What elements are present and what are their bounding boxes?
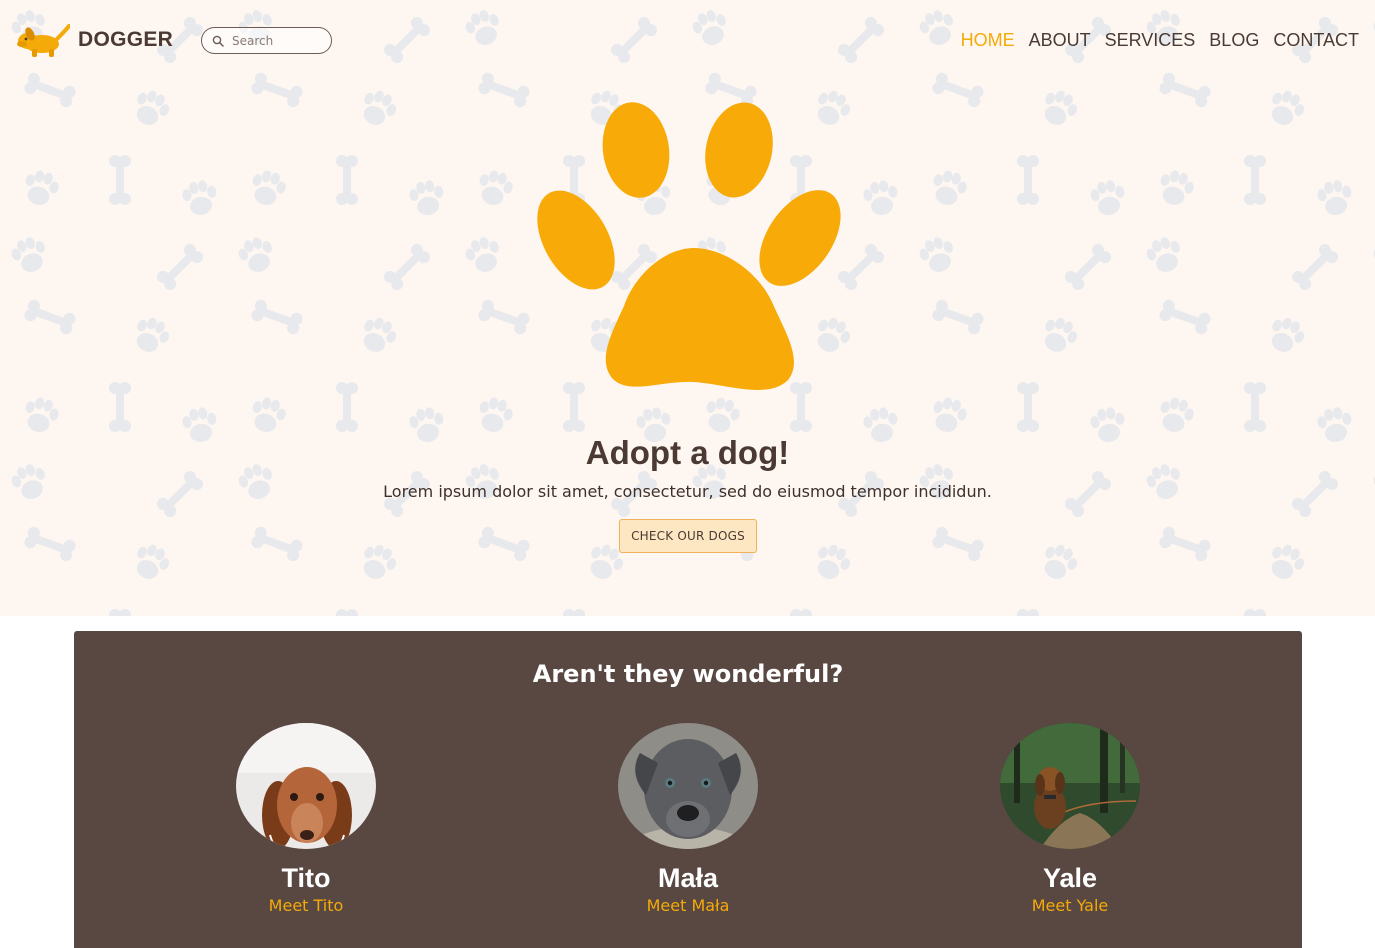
spaniel-forest-photo [1000,723,1140,849]
meet-tito-link[interactable]: Meet Tito [206,896,406,915]
grey-puppy-photo-image [618,723,758,849]
dog-name: Mała [657,863,719,893]
hero-section: DOGGER HOME ABOUT SERVICES BLOG CONTACT … [0,0,1375,616]
dog-name: Yale [1042,863,1098,893]
hero-title: Adopt a dog! [585,434,790,471]
dog-card: Tito Meet Tito [206,723,406,915]
search-icon [212,35,224,47]
meet-mala-link[interactable]: Meet Mała [588,896,788,915]
logo[interactable]: DOGGER [16,22,173,58]
search-box[interactable] [201,27,332,54]
paw-icon [537,102,841,390]
check-our-dogs-button[interactable]: CHECK OUR DOGS [619,519,757,553]
dog-card: Mała Meet Mała [588,723,788,915]
search-input[interactable] [232,33,328,48]
dogs-section: Aren't they wonderful? Tito Meet Tito Ma… [74,631,1302,948]
dog-logo-icon [17,24,70,57]
nav-home[interactable]: HOME [961,29,1015,51]
section-title: Aren't they wonderful? [532,660,844,688]
nav-services[interactable]: SERVICES [1105,29,1196,51]
hero-subtitle: Lorem ipsum dolor sit amet, consectetur,… [383,482,992,501]
grey-puppy-photo [618,723,758,849]
dog-card: Yale Meet Yale [970,723,1170,915]
spaniel-forest-photo-image [1000,723,1140,849]
dachshund-photo-image [236,723,376,849]
nav-contact[interactable]: CONTACT [1273,29,1359,51]
dog-name: Tito [281,863,331,893]
meet-yale-link[interactable]: Meet Yale [970,896,1170,915]
site-header: DOGGER HOME ABOUT SERVICES BLOG CONTACT [0,0,1375,80]
logo-text: DOGGER [78,28,174,51]
nav-blog[interactable]: BLOG [1209,29,1259,51]
main-nav: HOME ABOUT SERVICES BLOG CONTACT [961,29,1359,51]
dachshund-photo [236,723,376,849]
nav-about[interactable]: ABOUT [1029,29,1091,51]
